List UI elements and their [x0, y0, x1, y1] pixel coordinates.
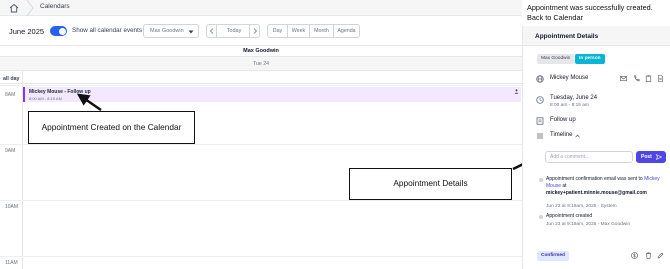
- show-all-events-label: Show all calendar events: [72, 27, 143, 34]
- appointment-time: 8:00 am - 8:15 am: [550, 103, 589, 108]
- hour-line: [0, 200, 522, 201]
- date-navigation: Today: [206, 24, 260, 38]
- back-to-calendar-link[interactable]: Back to Calendar: [527, 13, 670, 23]
- timeline-entry-text: Appointment confirmation email was sent …: [546, 176, 645, 182]
- mail-icon[interactable]: [620, 75, 627, 82]
- patient-name[interactable]: Mickey Mouse: [550, 75, 588, 81]
- phone-icon[interactable]: [633, 75, 640, 82]
- breadcrumb-bar: Calendars: [0, 0, 522, 16]
- caret-down-icon: [188, 30, 194, 34]
- timeline-entry-created: Appointment created: [546, 213, 593, 219]
- event-title: Mickey Mouse - Follow up: [29, 89, 91, 95]
- globe-icon: [536, 75, 544, 83]
- panel-header: Appointment Details: [523, 26, 670, 46]
- appointment-reason: Follow up: [550, 117, 576, 123]
- show-all-events-toggle[interactable]: [50, 26, 67, 36]
- details-annotation-box: Appointment Details: [349, 168, 512, 200]
- hour-line: [0, 85, 522, 86]
- view-week-button[interactable]: Week: [288, 25, 310, 37]
- provider-column-header: Max Goodwin: [0, 46, 522, 57]
- allday-row[interactable]: all day: [0, 71, 522, 84]
- patient-email: mickey+patient.minnie.mouse@gmail.com: [546, 189, 647, 196]
- hour-line: [0, 256, 522, 257]
- document-icon[interactable]: [657, 75, 664, 82]
- hour-line: [0, 144, 522, 145]
- trash-icon[interactable]: [645, 252, 652, 259]
- view-switcher: Day Week Month Agenda: [267, 24, 360, 38]
- post-button-label: Post: [641, 154, 652, 160]
- comment-input[interactable]: [546, 152, 632, 162]
- timeline-entry-meta: Jun 23 at 9:19am, 2025 - System: [546, 204, 617, 209]
- today-button[interactable]: Today: [221, 28, 247, 34]
- event-time: 8:00 AM - 8:15 AM: [29, 95, 62, 101]
- comment-input-wrapper: [545, 151, 633, 163]
- calendar-event[interactable]: Mickey Mouse - Follow up 8:00 AM - 8:15 …: [23, 87, 521, 102]
- success-message: Appointment was successfully created. Ba…: [527, 3, 670, 22]
- breadcrumb-calendars[interactable]: Calendars: [40, 3, 70, 10]
- timeline-entry-meta: Jun 23 at 9:19am, 2025 - Max Goodwin: [546, 222, 630, 227]
- hour-label-8am: 8AM: [5, 92, 16, 98]
- timeline-dot: [539, 215, 543, 219]
- hour-label-10am: 10AM: [5, 204, 19, 210]
- prev-button[interactable]: [207, 25, 217, 37]
- reason-icon: [536, 117, 544, 125]
- post-button[interactable]: Post: [636, 151, 666, 163]
- provider-select[interactable]: Max Goodwin: [143, 24, 199, 38]
- success-text: Appointment was successfully created.: [527, 3, 653, 12]
- edit-icon[interactable]: [657, 252, 664, 259]
- calendar-annotation-box: Appointment Created on the Calendar: [28, 111, 195, 144]
- timeline-toggle[interactable]: Timeline: [550, 132, 572, 138]
- appointment-date: Tuesday, June 24: [550, 95, 598, 101]
- timeline-entry-email: Appointment confirmation email was sent …: [546, 176, 666, 196]
- hour-label-9am: 9AM: [5, 148, 16, 154]
- breadcrumb-separator-icon: [26, 0, 34, 16]
- send-icon: [656, 154, 662, 160]
- timeline-entry-text: at: [561, 182, 567, 189]
- view-day-button[interactable]: Day: [268, 25, 288, 37]
- clipboard-icon[interactable]: [645, 75, 652, 82]
- panel-title: Appointment Details: [535, 33, 599, 40]
- person-icon: [514, 89, 519, 94]
- appointment-details-panel: Appointment Details Max Goodwin In perso…: [522, 26, 670, 269]
- day-label: Tue 24: [253, 61, 269, 67]
- month-label: June 2025: [9, 27, 45, 36]
- chevron-left-icon: [209, 28, 214, 34]
- view-agenda-button[interactable]: Agenda: [334, 25, 359, 37]
- next-button[interactable]: [249, 25, 259, 37]
- calendar-toolbar: June 2025 Show all calendar events Max G…: [0, 16, 522, 46]
- provider-select-value: Max Goodwin: [150, 28, 184, 34]
- visit-type-badge: In person: [575, 54, 605, 64]
- hour-label-11am: 11AM: [5, 260, 18, 266]
- allday-label: all day: [3, 76, 20, 82]
- chevron-up-icon[interactable]: [575, 134, 580, 138]
- timeline-icon: [537, 133, 543, 139]
- provider-badge: Max Goodwin: [537, 54, 575, 64]
- day-header: Tue 24: [0, 57, 522, 71]
- chevron-right-icon: [253, 28, 258, 34]
- provider-column-name: Max Goodwin: [243, 48, 279, 54]
- status-badge[interactable]: Confirmed: [537, 251, 569, 261]
- view-month-button[interactable]: Month: [310, 25, 334, 37]
- clock-icon: [536, 96, 544, 104]
- dollar-icon[interactable]: [631, 252, 638, 259]
- timeline-dot: [539, 178, 543, 182]
- home-icon[interactable]: [9, 3, 19, 13]
